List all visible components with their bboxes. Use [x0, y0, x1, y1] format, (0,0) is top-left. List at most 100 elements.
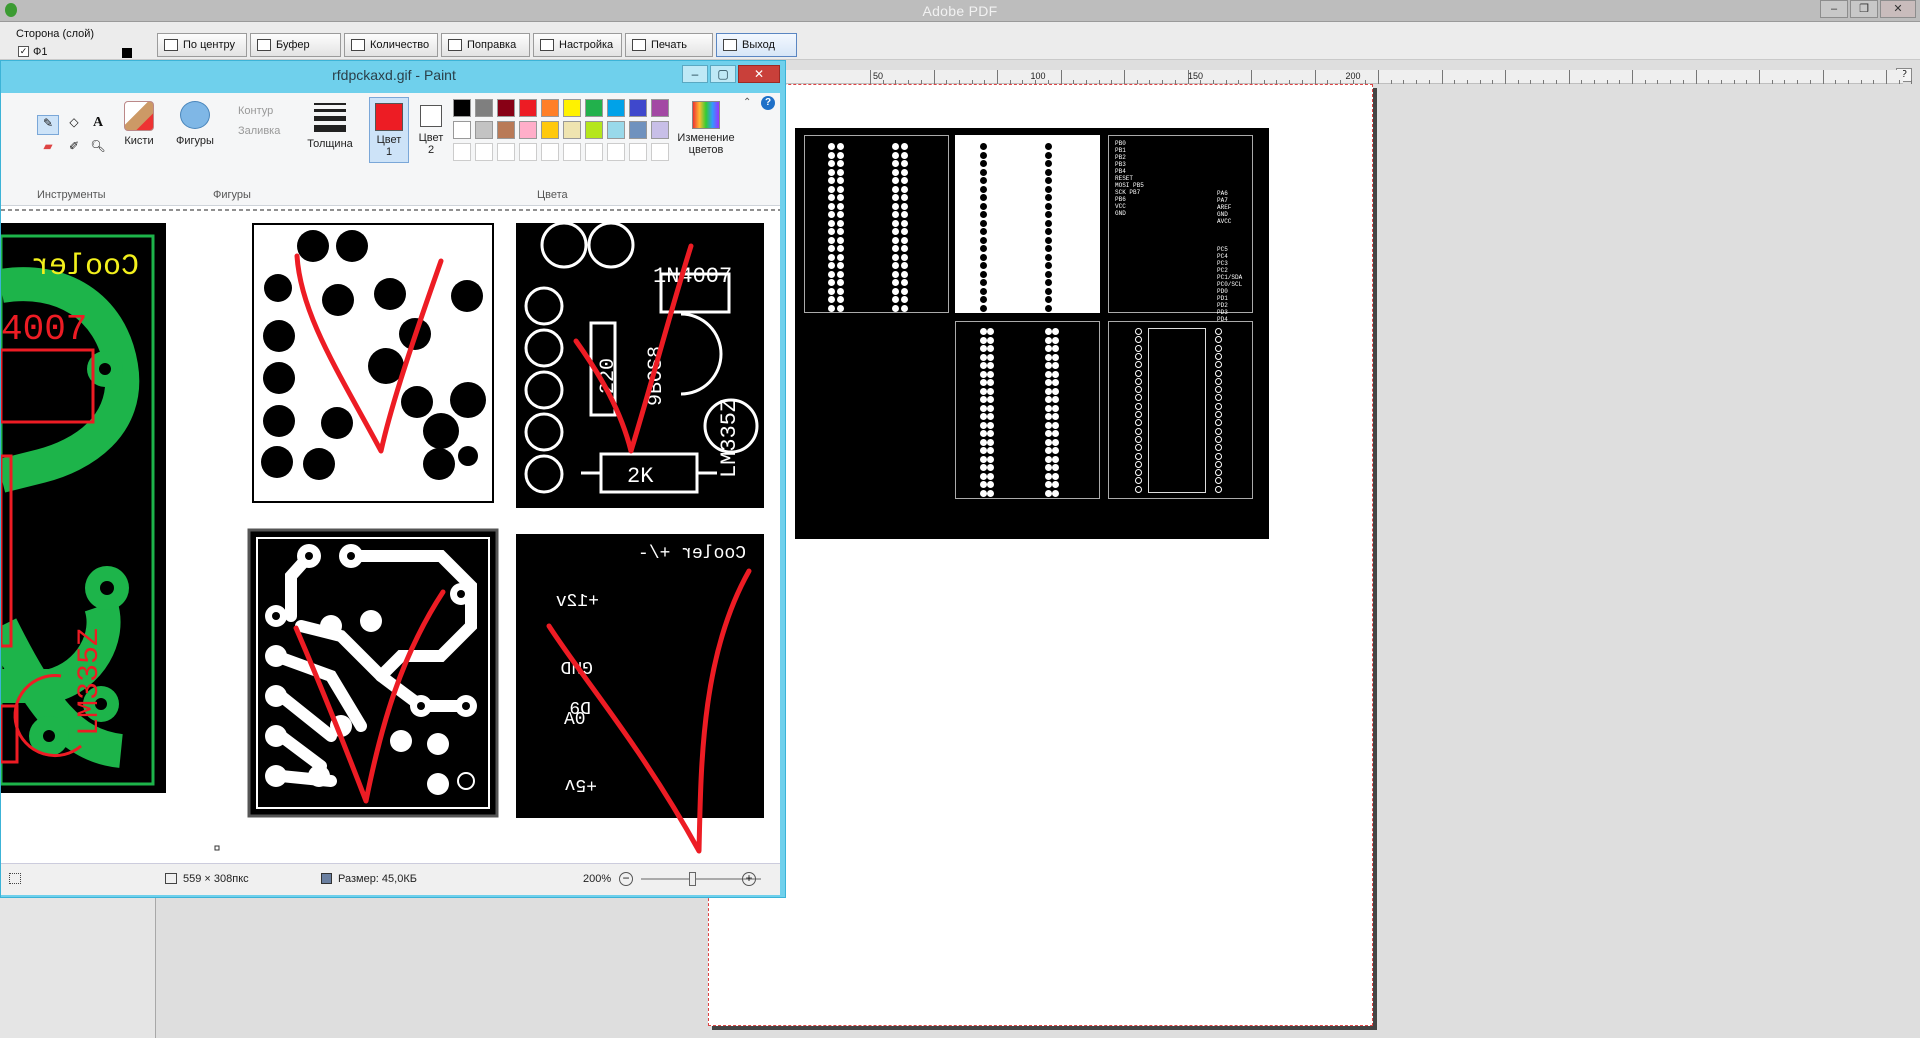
header-pad	[987, 404, 994, 412]
dip-pad	[1135, 411, 1142, 418]
header-pad	[1052, 404, 1059, 412]
toolbar-buffer-button[interactable]: Буфер	[250, 33, 341, 57]
header-pad	[828, 245, 835, 252]
header-pad	[980, 287, 987, 295]
palette-swatch[interactable]	[453, 99, 471, 117]
outline-button[interactable]: Контур	[238, 105, 273, 117]
palette-swatch-empty[interactable]	[585, 143, 603, 161]
palette-swatch[interactable]	[607, 99, 625, 117]
color2-button[interactable]: Цвет 2	[413, 97, 449, 163]
palette-swatch[interactable]	[453, 121, 471, 139]
ruler-tick	[1708, 80, 1710, 84]
header-pad	[1045, 304, 1052, 312]
magnifier-tool-icon[interactable]: 🔍︎	[87, 139, 109, 159]
brushes-button[interactable]: Кисти	[119, 99, 159, 165]
palette-swatch[interactable]	[563, 99, 581, 117]
header-pad	[892, 211, 899, 218]
header-pad	[1045, 236, 1052, 244]
header-pad	[980, 447, 987, 454]
ruler-tick	[1390, 80, 1392, 84]
paint-minimize-button[interactable]: –	[682, 65, 708, 83]
paint-close-button[interactable]: ✕	[738, 65, 780, 83]
palette-swatch[interactable]	[519, 99, 537, 117]
header-pad	[892, 296, 899, 303]
palette-swatch[interactable]	[585, 99, 603, 117]
header-pad	[1052, 438, 1059, 446]
close-button[interactable]: ✕	[1880, 0, 1916, 18]
pencil-tool-icon[interactable]: ✎	[37, 115, 59, 135]
pcb-image[interactable]: Cooler 4007 LM335Z 1N4007 220 9BOS8 LM33…	[1, 206, 780, 863]
eraser-tool-icon[interactable]: ▰	[37, 139, 59, 159]
palette-swatch-empty[interactable]	[629, 143, 647, 161]
port-label: GND	[1115, 210, 1126, 217]
zoom-slider-thumb[interactable]	[689, 872, 696, 886]
layer-checkbox[interactable]: ✓	[18, 46, 29, 57]
color1-button[interactable]: Цвет 1	[369, 97, 409, 163]
palette-swatch[interactable]	[651, 121, 669, 139]
header-pad	[1052, 336, 1059, 344]
palette-swatch[interactable]	[497, 99, 515, 117]
palette-swatch-empty[interactable]	[607, 143, 625, 161]
header-pad	[980, 177, 987, 184]
palette-swatch-empty[interactable]	[563, 143, 581, 161]
paint-maximize-button[interactable]: ▢	[710, 65, 736, 83]
port-label: GND	[1217, 211, 1228, 218]
layer-color-swatch[interactable]	[122, 48, 132, 58]
toolbar-exit-button[interactable]: Выход	[716, 33, 797, 57]
palette-swatch[interactable]	[519, 121, 537, 139]
zoom-out-button[interactable]: −	[619, 872, 633, 886]
picker-tool-icon[interactable]: ✐	[63, 139, 85, 159]
palette-swatch[interactable]	[585, 121, 603, 139]
paint-help-button[interactable]: ?	[761, 96, 775, 110]
palette-swatch[interactable]	[651, 99, 669, 117]
zoom-in-button[interactable]: +	[742, 872, 756, 886]
edit-colors-button[interactable]: Изменение цветов	[675, 99, 737, 169]
ruler-tick	[1568, 70, 1570, 84]
toolbar-center-button[interactable]: По центру	[157, 33, 247, 57]
toolbar-quantity-button[interactable]: Количество	[344, 33, 438, 57]
fill-tool-icon[interactable]: ◇	[63, 115, 85, 135]
restore-button[interactable]: ❐	[1850, 0, 1878, 18]
canvas-text-lm335z: LM335Z	[717, 399, 742, 478]
toolbar-print-button[interactable]: Печать	[625, 33, 713, 57]
header-pad	[837, 262, 844, 269]
palette-swatch-empty[interactable]	[453, 143, 471, 161]
paint-window[interactable]: rfdpckaxd.gif - Paint – ▢ ✕ ⌃ ? ✎ ◇ A ▰ …	[0, 60, 786, 898]
text-tool-icon[interactable]: A	[87, 115, 109, 135]
palette-swatch[interactable]	[629, 99, 647, 117]
palette-swatch-empty[interactable]	[651, 143, 669, 161]
toolbar-print-label: Печать	[651, 39, 688, 51]
palette-swatch-empty[interactable]	[475, 143, 493, 161]
dip-pad	[1215, 328, 1222, 335]
thickness-button[interactable]: Толщина	[303, 99, 357, 169]
header-pad	[1045, 262, 1052, 269]
palette-swatch[interactable]	[541, 99, 559, 117]
header-pad	[1045, 143, 1052, 150]
palette-swatch[interactable]	[563, 121, 581, 139]
dip-pad	[1135, 328, 1142, 335]
header-pad	[980, 421, 987, 429]
header-pad	[828, 253, 835, 261]
tools-group-label: Инструменты	[37, 189, 106, 201]
ribbon-collapse-icon[interactable]: ⌃	[743, 97, 751, 108]
header-pad	[901, 143, 908, 150]
header-pad	[837, 228, 844, 235]
palette-swatch[interactable]	[497, 121, 515, 139]
palette-swatch[interactable]	[629, 121, 647, 139]
toolbar-correction-button[interactable]: Поправка	[441, 33, 530, 57]
palette-swatch[interactable]	[607, 121, 625, 139]
layer-panel-label: Сторона (слой)	[16, 28, 95, 40]
palette-swatch[interactable]	[541, 121, 559, 139]
paint-canvas-area[interactable]: Cooler 4007 LM335Z 1N4007 220 9BOS8 LM33…	[1, 206, 780, 884]
header-pad	[892, 270, 899, 278]
minimize-button[interactable]: –	[1820, 0, 1848, 18]
palette-swatch[interactable]	[475, 99, 493, 117]
header-pad	[1045, 472, 1052, 480]
palette-swatch-empty[interactable]	[541, 143, 559, 161]
shapes-button[interactable]: Фигуры	[173, 99, 217, 165]
palette-swatch-empty[interactable]	[519, 143, 537, 161]
toolbar-settings-button[interactable]: Настройка	[533, 33, 622, 57]
palette-swatch[interactable]	[475, 121, 493, 139]
fill-button[interactable]: Заливка	[238, 125, 280, 137]
palette-swatch-empty[interactable]	[497, 143, 515, 161]
